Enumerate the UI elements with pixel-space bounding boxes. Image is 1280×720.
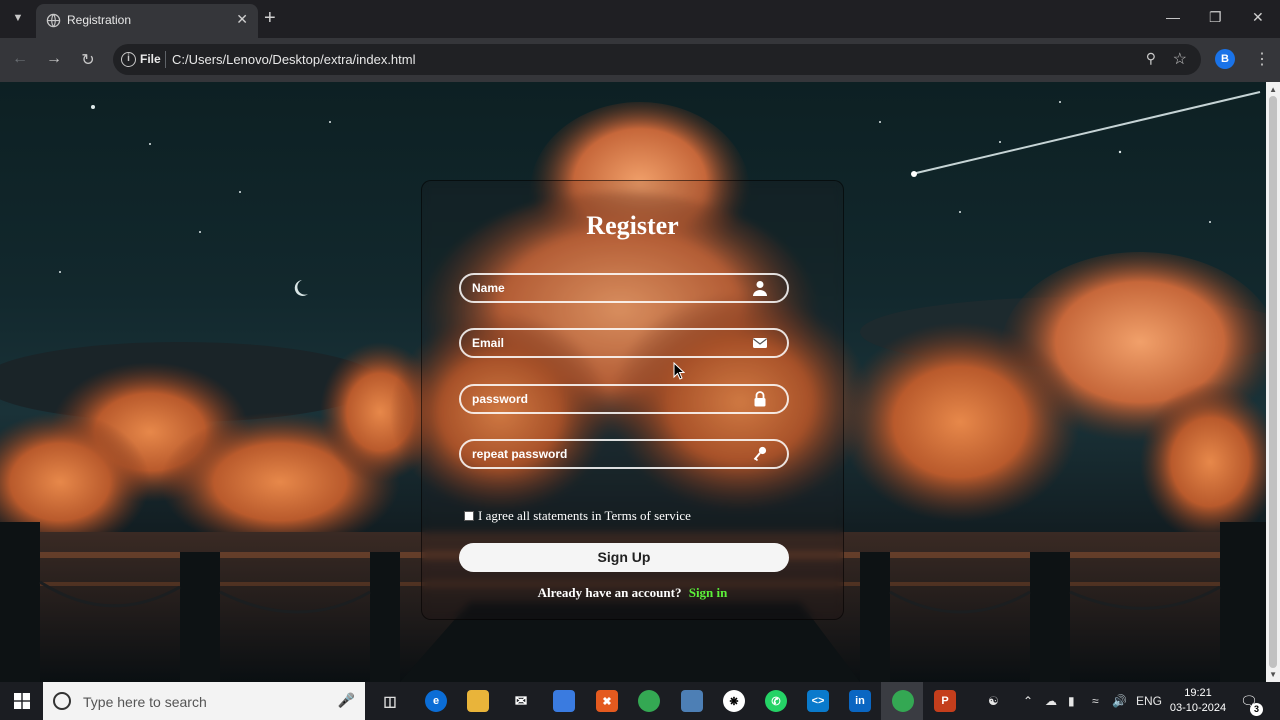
register-title: Register (586, 211, 679, 240)
battery-icon[interactable]: ▮ (1068, 694, 1075, 708)
tab-search-chevron-icon[interactable]: ▼ (6, 6, 30, 30)
vscode-icon[interactable]: <> (807, 690, 829, 712)
cloud-icon[interactable]: ☁ (1045, 694, 1057, 708)
info-icon[interactable]: i (121, 52, 136, 67)
restore-icon[interactable]: ❐ (1209, 9, 1222, 26)
new-tab-plus-icon[interactable]: + (264, 7, 276, 29)
mouse-cursor-icon (673, 362, 685, 380)
scroll-down-arrow-icon[interactable]: ▼ (1269, 670, 1277, 679)
reload-icon[interactable]: ↻ (78, 50, 98, 70)
tab-registration[interactable]: Registration ✕ (36, 4, 258, 38)
name-input[interactable] (472, 275, 742, 301)
zoom-magnifier-icon[interactable]: ⚲ (1146, 50, 1156, 67)
envelope-icon (753, 338, 767, 348)
wifi-icon[interactable]: ≈ (1092, 694, 1099, 708)
scroll-up-arrow-icon[interactable]: ▲ (1269, 85, 1277, 94)
cortana-circle-icon (53, 692, 71, 710)
browser-toolbar: ← → ↻ i File C:/Users/Lenovo/Desktop/ext… (0, 38, 1280, 82)
name-field[interactable] (459, 273, 789, 303)
sign-in-link[interactable]: Sign in (689, 585, 728, 600)
signin-row: Already have an account? Sign in (422, 585, 843, 601)
mail-icon[interactable]: ✉ (510, 690, 532, 712)
email-input[interactable] (472, 330, 742, 356)
python-icon[interactable] (681, 690, 703, 712)
back-arrow-icon[interactable]: ← (10, 50, 30, 68)
chrome-profile-icon[interactable] (892, 690, 914, 712)
windows-start-icon[interactable] (14, 693, 30, 709)
sign-up-button[interactable]: Sign Up (459, 543, 789, 572)
tab-strip: ▼ Registration ✕ + — ❐ ✕ (0, 0, 1280, 38)
microphone-icon[interactable]: 🎤 (338, 692, 355, 709)
password-field[interactable] (459, 384, 789, 414)
signin-prompt: Already have an account? (537, 585, 682, 600)
linkedin-icon[interactable]: in (849, 690, 871, 712)
file-explorer-icon[interactable] (467, 690, 489, 712)
address-url[interactable]: C:/Users/Lenovo/Desktop/extra/index.html (172, 52, 416, 67)
clock-time: 19:21 (1184, 687, 1212, 699)
notification-count-badge: 3 (1250, 703, 1263, 716)
volume-icon[interactable]: 🔊 (1112, 694, 1127, 708)
profile-avatar[interactable]: B (1215, 49, 1235, 69)
globe-icon (46, 13, 61, 28)
terms-agreement: I agree all statements in Terms of servi… (464, 508, 691, 524)
minimize-icon[interactable]: — (1166, 9, 1180, 25)
repeat-password-field[interactable] (459, 439, 789, 469)
edge-browser-icon[interactable]: e (425, 690, 447, 712)
tab-title: Registration (67, 13, 132, 27)
menu-dots-icon[interactable]: ⋮ (1254, 49, 1270, 69)
clock-date: 03-10-2024 (1169, 702, 1227, 714)
taskbar-search-placeholder: Type here to search (83, 694, 207, 710)
address-divider (165, 51, 166, 68)
key-icon (753, 446, 767, 462)
whatsapp-icon[interactable]: ✆ (765, 690, 787, 712)
tray-chevron-up-icon[interactable]: ⌃ (1023, 694, 1033, 708)
email-field[interactable] (459, 328, 789, 358)
language-indicator[interactable]: ENG (1136, 694, 1162, 708)
taskbar-search-box[interactable]: Type here to search 🎤 (43, 682, 365, 720)
tab-close-icon[interactable]: ✕ (236, 11, 248, 28)
terms-checkbox[interactable] (464, 511, 474, 521)
lock-icon (754, 391, 766, 407)
terms-label: I agree all statements in Terms of servi… (478, 508, 691, 523)
chrome-icon[interactable] (638, 690, 660, 712)
system-clock[interactable]: 19:21 03-10-2024 (1166, 686, 1230, 716)
user-icon (753, 281, 767, 296)
powerpoint-icon[interactable]: P (934, 690, 956, 712)
people-icon[interactable]: ☯ (988, 694, 999, 708)
forward-arrow-icon[interactable]: → (44, 50, 64, 68)
repeat-password-input[interactable] (472, 441, 742, 467)
vertical-scrollbar[interactable]: ▲ ▼ (1266, 82, 1280, 682)
chatgpt-icon[interactable]: ❋ (723, 690, 745, 712)
scroll-thumb[interactable] (1269, 96, 1277, 668)
xampp-icon[interactable]: ✖ (596, 690, 618, 712)
task-view-icon[interactable]: ◫ (379, 690, 401, 712)
bookmark-star-icon[interactable]: ☆ (1173, 49, 1187, 69)
register-card: Register I agree (421, 180, 844, 620)
close-window-icon[interactable]: ✕ (1252, 9, 1264, 26)
page-viewport: Register I agree (0, 82, 1280, 682)
address-bar[interactable]: i File C:/Users/Lenovo/Desktop/extra/ind… (113, 44, 1201, 75)
windows-taskbar: Type here to search 🎤 ◫ e ✉ ✖ ❋ ✆ <> in … (0, 682, 1280, 720)
address-scheme: File (140, 52, 161, 66)
password-input[interactable] (472, 386, 742, 412)
store-icon[interactable] (553, 690, 575, 712)
